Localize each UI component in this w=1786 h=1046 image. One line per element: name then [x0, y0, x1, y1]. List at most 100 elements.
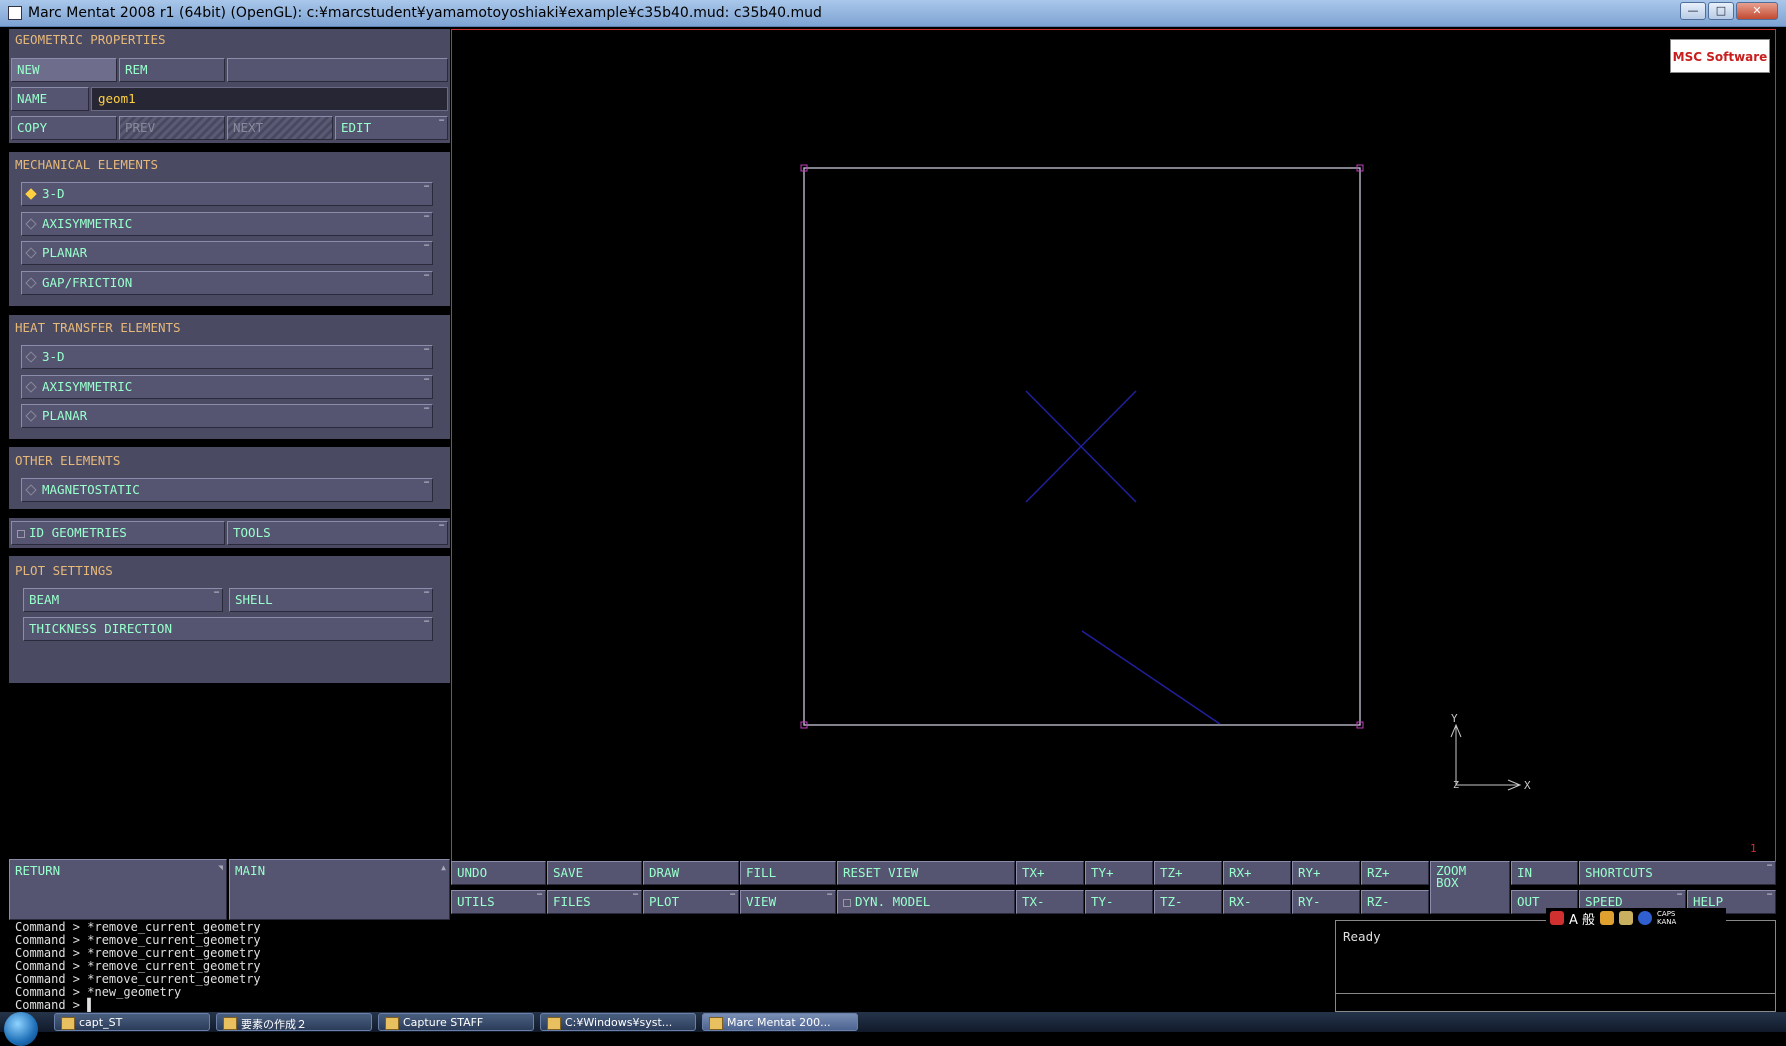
tools-button[interactable]: TOOLS ▔ [227, 521, 448, 545]
tz-plus-button[interactable]: TZ+ [1154, 861, 1222, 885]
id-geometries-toggle[interactable]: ID GEOMETRIES [11, 521, 225, 545]
new-button[interactable]: NEW [11, 58, 117, 82]
dyn-model-toggle[interactable]: DYN. MODEL [837, 890, 1015, 914]
heat-planar-option[interactable]: PLANAR ▔ [21, 404, 433, 428]
plot-settings-heading: PLOT SETTINGS [15, 563, 113, 578]
copy-button[interactable]: COPY [11, 116, 117, 140]
mech-gap-friction-option[interactable]: GAP/FRICTION ▔ [21, 271, 433, 295]
fill-button[interactable]: FILL [740, 861, 836, 885]
submenu-icon: ▔ [424, 408, 429, 417]
save-button[interactable]: SAVE [547, 861, 642, 885]
submenu-icon: ▔ [424, 621, 429, 630]
view-label: VIEW [746, 894, 777, 909]
option-label: AXISYMMETRIC [42, 216, 133, 231]
geometric-properties-heading: GEOMETRIC PROPERTIES [15, 32, 166, 47]
heat-3d-option[interactable]: 3-D ▔ [21, 345, 433, 369]
beam-button[interactable]: BEAM ▔ [23, 588, 223, 612]
tx-plus-button[interactable]: TX+ [1016, 861, 1084, 885]
command-log[interactable]: Command > *remove_current_geometry Comman… [9, 920, 1335, 1012]
ime-icon[interactable] [1550, 911, 1564, 925]
element-line [1081, 630, 1221, 725]
submenu-icon: ▔ [424, 186, 429, 195]
rz-plus-button[interactable]: RZ+ [1361, 861, 1429, 885]
model-canvas[interactable]: Y X Z 1 [452, 30, 1775, 861]
shortcuts-button[interactable]: SHORTCUTS ▔ [1579, 861, 1776, 885]
shell-label: SHELL [235, 592, 273, 607]
app-icon[interactable] [8, 6, 22, 20]
minimize-button[interactable]: — [1680, 2, 1706, 20]
ty-plus-button[interactable]: TY+ [1085, 861, 1153, 885]
reset-view-button[interactable]: RESET VIEW [837, 861, 1015, 885]
close-button[interactable]: ✕ [1736, 2, 1778, 20]
option-label: PLANAR [42, 245, 88, 260]
shell-button[interactable]: SHELL ▔ [229, 588, 433, 612]
other-elements-heading: OTHER ELEMENTS [15, 453, 121, 468]
submenu-icon: ▔ [633, 894, 638, 903]
shortcuts-label: SHORTCUTS [1585, 865, 1653, 880]
undo-button[interactable]: UNDO [451, 861, 546, 885]
return-button[interactable]: RETURN ◥ [9, 859, 227, 920]
taskbar-item[interactable]: capt_ST [54, 1013, 210, 1031]
taskbar-item[interactable]: 要素の作成２ [216, 1013, 372, 1031]
y-axis-label: Y [1451, 712, 1458, 725]
ry-minus-button[interactable]: RY- [1292, 890, 1360, 914]
return-label: RETURN [15, 863, 61, 878]
zoom-box-button[interactable]: ZOOM BOX [1430, 861, 1510, 914]
submenu-icon: ▔ [439, 525, 444, 534]
ime-toolbar[interactable]: A 般 CAPS KANA [1546, 908, 1726, 928]
ime-mode[interactable]: A 般 [1569, 909, 1595, 928]
help-icon[interactable] [1638, 911, 1653, 925]
submenu-icon: ▔ [537, 894, 542, 903]
taskbar-item[interactable]: C:¥Windows¥syst... [540, 1013, 696, 1031]
return-icon: ◥ [218, 863, 223, 872]
magnetostatic-option[interactable]: MAGNETOSTATIC ▔ [21, 478, 433, 502]
draw-button[interactable]: DRAW [643, 861, 739, 885]
rx-minus-button[interactable]: RX- [1223, 890, 1291, 914]
caps-indicator: CAPS [1657, 910, 1676, 918]
command-input[interactable]: Command > ▌ [15, 999, 1329, 1012]
main-button[interactable]: MAIN ▲ [229, 859, 450, 920]
rem-button[interactable]: REM [119, 58, 225, 82]
dyn-model-label: DYN. MODEL [855, 894, 931, 909]
rz-minus-button[interactable]: RZ- [1361, 890, 1429, 914]
heat-transfer-section: HEAT TRANSFER ELEMENTS 3-D ▔ AXISYMMETRIC… [9, 315, 450, 439]
files-button[interactable]: FILES ▔ [547, 890, 642, 914]
submenu-icon: ▔ [424, 275, 429, 284]
prev-button[interactable]: PREV [119, 116, 225, 140]
tools-label: TOOLS [233, 525, 271, 540]
ty-minus-button[interactable]: TY- [1085, 890, 1153, 914]
graphics-viewport[interactable]: MSC Software Y X Z 1 [451, 29, 1776, 862]
geometry-name-field[interactable]: geom1 [91, 87, 448, 111]
mech-planar-option[interactable]: PLANAR ▔ [21, 241, 433, 265]
view-button[interactable]: VIEW ▔ [740, 890, 836, 914]
thickness-direction-button[interactable]: THICKNESS DIRECTION ▔ [23, 617, 433, 641]
ime-pad-icon[interactable] [1600, 911, 1615, 925]
window-titlebar[interactable]: Marc Mentat 2008 r1 (64bit) (OpenGL): c:… [0, 0, 1786, 27]
start-button[interactable] [4, 1012, 38, 1046]
ry-plus-button[interactable]: RY+ [1292, 861, 1360, 885]
heat-axisymmetric-option[interactable]: AXISYMMETRIC ▔ [21, 375, 433, 399]
edit-button[interactable]: EDIT ▔ [335, 116, 448, 140]
radio-icon [25, 351, 37, 363]
taskbar-item[interactable]: Capture STAFF [378, 1013, 534, 1031]
window-controls: — □ ✕ [1680, 2, 1778, 20]
tz-minus-button[interactable]: TZ- [1154, 890, 1222, 914]
mech-3d-option[interactable]: 3-D ▔ [21, 182, 433, 206]
submenu-icon: ▔ [424, 216, 429, 225]
id-tools-section: ID GEOMETRIES TOOLS ▔ [9, 518, 450, 548]
utils-button[interactable]: UTILS ▔ [451, 890, 546, 914]
taskbar-item[interactable]: Marc Mentat 200... [702, 1013, 858, 1031]
plot-button[interactable]: PLOT ▔ [643, 890, 739, 914]
mech-axisymmetric-option[interactable]: AXISYMMETRIC ▔ [21, 212, 433, 236]
tx-minus-button[interactable]: TX- [1016, 890, 1084, 914]
zoom-in-button[interactable]: IN [1511, 861, 1578, 885]
viewport-id: 1 [1750, 842, 1757, 855]
geometric-properties-section: GEOMETRIC PROPERTIES NEW REM NAME geom1 … [9, 29, 450, 143]
rx-plus-button[interactable]: RX+ [1223, 861, 1291, 885]
next-button[interactable]: NEXT [227, 116, 333, 140]
radio-icon [25, 277, 37, 289]
submenu-icon: ▔ [1767, 894, 1772, 903]
axis-triad-icon: Y X Z [1450, 712, 1531, 792]
ime-dict-icon[interactable] [1619, 911, 1634, 925]
maximize-button[interactable]: □ [1708, 2, 1734, 20]
